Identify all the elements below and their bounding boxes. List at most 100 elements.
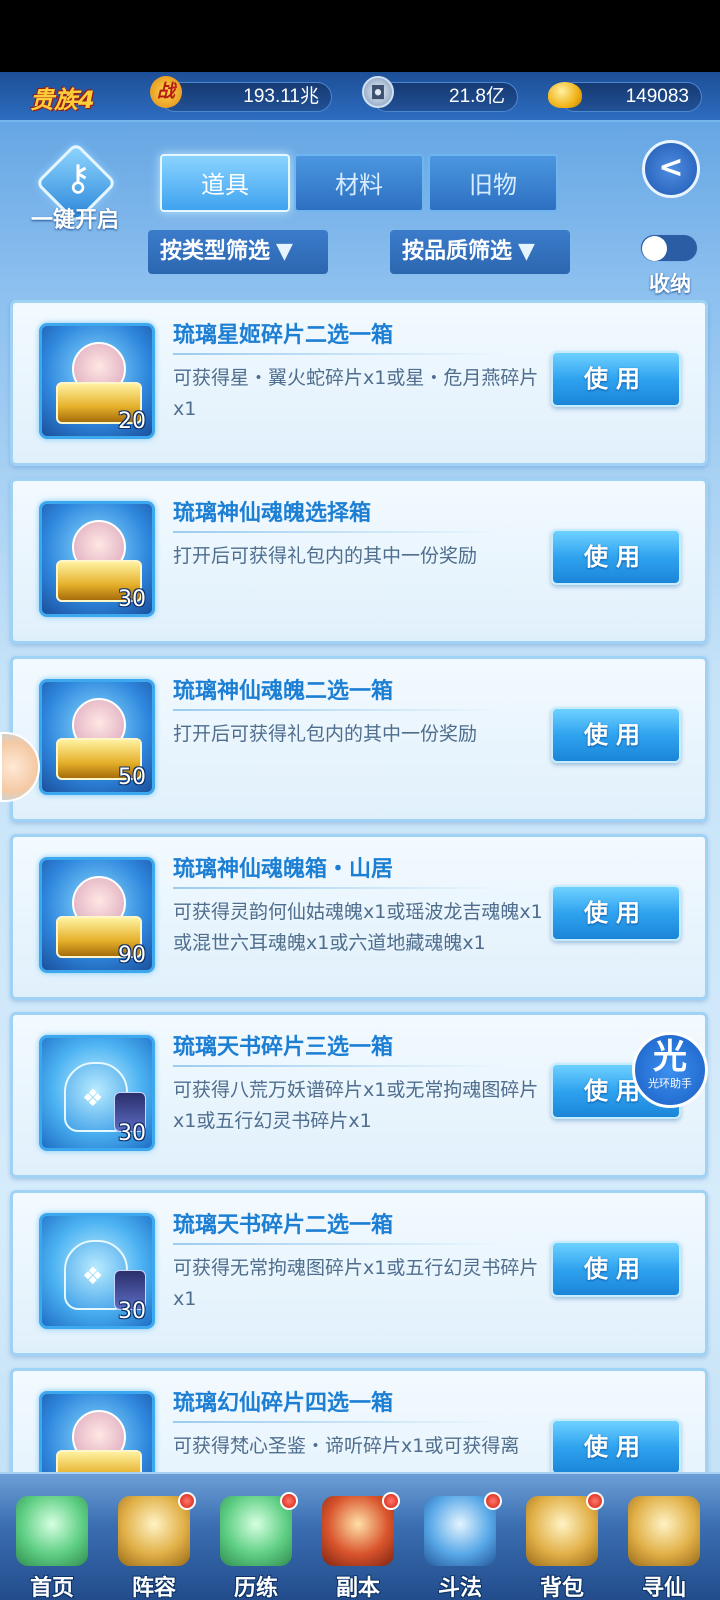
filter-by-type-button[interactable]: 按类型筛选 ▼	[148, 230, 328, 274]
notification-dot	[484, 1492, 502, 1510]
tab-materials[interactable]: 材料	[294, 154, 424, 212]
use-button[interactable]: 使用	[551, 885, 681, 941]
item-card: ❖ 30 琉璃天书碎片三选一箱 可获得八荒万妖谱碎片x1或无常拘魂图碎片x1或五…	[10, 1012, 708, 1178]
use-button[interactable]: 使用	[551, 351, 681, 407]
item-title: 琉璃神仙魂魄选择箱	[173, 501, 372, 526]
item-title: 琉璃天书碎片三选一箱	[173, 1035, 394, 1060]
item-quantity: 20	[118, 409, 146, 434]
battle-power-pill: 193.11兆	[160, 82, 332, 112]
item-description: 打开后可获得礼包内的其中一份奖励	[173, 545, 478, 567]
item-title: 琉璃神仙魂魄箱・山居	[173, 857, 394, 882]
item-description: 可获得八荒万妖谱碎片x1或无常拘魂图碎片x1或五行幻灵书碎片x1	[173, 1079, 539, 1132]
item-quantity: 50	[118, 765, 146, 790]
nav-home[interactable]: 首页	[0, 1476, 104, 1600]
bottom-nav: 首页 阵容 历练 副本 斗法 背包 寻仙	[0, 1472, 720, 1600]
tab-items[interactable]: 道具	[160, 154, 290, 212]
item-card: ❖ 30 琉璃天书碎片二选一箱 可获得无常拘魂图碎片x1或五行幻灵书碎片x1 使…	[10, 1190, 708, 1356]
nav-label: 副本	[335, 1576, 380, 1600]
coin-icon: ◘	[362, 76, 394, 108]
nav-label: 斗法	[437, 1576, 482, 1600]
item-card: 50 琉璃神仙魂魄二选一箱 打开后可获得礼包内的其中一份奖励 使用	[10, 656, 708, 822]
coins-value: 21.8亿	[449, 86, 505, 107]
nav-label: 背包	[539, 1576, 584, 1600]
item-description: 可获得梵心圣鉴・谛听碎片x1或可获得离	[173, 1435, 520, 1457]
item-title: 琉璃星姬碎片二选一箱	[173, 323, 394, 348]
status-bar	[0, 0, 720, 72]
item-description: 可获得星・翼火蛇碎片x1或星・危月燕碎片x1	[173, 367, 539, 420]
fold-toggle[interactable]	[640, 234, 698, 262]
item-list[interactable]: 20 琉璃星姬碎片二选一箱 可获得星・翼火蛇碎片x1或星・危月燕碎片x1 使用 …	[0, 300, 720, 1562]
divider	[173, 1421, 503, 1423]
gold-ingot-icon	[548, 82, 582, 108]
divider	[173, 353, 503, 355]
toggle-knob	[642, 236, 667, 261]
nav-backpack[interactable]: 背包	[510, 1476, 614, 1600]
one-key-open-label: 一键开启	[30, 208, 119, 233]
battle-power-value: 193.11兆	[243, 86, 319, 107]
chest-portrait-icon[interactable]: 20	[39, 323, 155, 439]
nav-label: 阵容	[131, 1576, 176, 1600]
halo-assistant-button[interactable]: 光 光环助手	[632, 1032, 708, 1108]
gold-value: 149083	[625, 86, 689, 107]
item-description: 可获得无常拘魂图碎片x1或五行幻灵书碎片x1	[173, 1257, 539, 1310]
bag-symbol: ❖	[82, 1084, 104, 1112]
nav-label: 寻仙	[641, 1576, 686, 1600]
use-button[interactable]: 使用	[551, 1419, 681, 1475]
use-button[interactable]: 使用	[551, 1241, 681, 1297]
item-description: 可获得灵韵何仙姑魂魄x1或瑶波龙吉魂魄x1或混世六耳魂魄x1或六道地藏魂魄x1	[173, 901, 543, 954]
item-title: 琉璃天书碎片二选一箱	[173, 1213, 394, 1238]
filter-quality-label: 按品质筛选	[402, 239, 513, 264]
resource-bar: 贵族4 193.11兆 战 21.8亿 ◘ 149083	[0, 72, 720, 122]
item-quantity: 30	[118, 1121, 146, 1146]
seek-immortal-icon	[628, 1496, 700, 1566]
divider	[173, 531, 503, 533]
bag-symbol: ❖	[82, 1262, 104, 1290]
nav-lineup[interactable]: 阵容	[102, 1476, 206, 1600]
funnel-icon: ▼	[518, 239, 535, 264]
battle-icon: 战	[150, 76, 182, 108]
chest-portrait-icon[interactable]: 50	[39, 679, 155, 795]
item-card: 30 琉璃神仙魂魄选择箱 打开后可获得礼包内的其中一份奖励 使用	[10, 478, 708, 644]
notification-dot	[280, 1492, 298, 1510]
vip-rank[interactable]: 贵族4	[30, 80, 95, 115]
nav-seek-immortal[interactable]: 寻仙	[612, 1476, 716, 1600]
divider	[173, 1243, 503, 1245]
nav-training[interactable]: 历练	[204, 1476, 308, 1600]
game-screen: 贵族4 193.11兆 战 21.8亿 ◘ 149083 ⚷ 一键开启 道具 材…	[0, 72, 720, 1600]
helper-label: 光环助手	[648, 1077, 692, 1090]
category-tabs: 道具 材料 旧物	[158, 154, 562, 214]
divider	[173, 887, 503, 889]
coins-pill: 21.8亿	[372, 82, 518, 112]
one-key-open-button[interactable]: ⚷ 一键开启	[18, 141, 128, 296]
item-description: 打开后可获得礼包内的其中一份奖励	[173, 723, 478, 745]
item-title: 琉璃神仙魂魄二选一箱	[173, 679, 394, 704]
nav-dungeon[interactable]: 副本	[306, 1476, 410, 1600]
fold-label: 收纳	[649, 272, 691, 296]
funnel-icon: ▼	[276, 239, 293, 264]
back-button[interactable]: <	[642, 140, 700, 198]
use-button[interactable]: 使用	[551, 529, 681, 585]
scroll-bag-icon[interactable]: ❖ 30	[39, 1035, 155, 1151]
notification-dot	[586, 1492, 604, 1510]
item-title: 琉璃幻仙碎片四选一箱	[173, 1391, 394, 1416]
divider	[173, 709, 503, 711]
scroll-bag-icon[interactable]: ❖ 30	[39, 1213, 155, 1329]
tab-relics[interactable]: 旧物	[428, 154, 558, 212]
use-button[interactable]: 使用	[551, 707, 681, 763]
item-card: 90 琉璃神仙魂魄箱・山居 可获得灵韵何仙姑魂魄x1或瑶波龙吉魂魄x1或混世六耳…	[10, 834, 708, 1000]
nav-label: 历练	[233, 1576, 278, 1600]
helper-glyph: 光	[653, 1037, 687, 1077]
nav-duel[interactable]: 斗法	[408, 1476, 512, 1600]
item-quantity: 30	[118, 1299, 146, 1324]
back-arrow-icon: <	[658, 150, 684, 185]
filter-by-quality-button[interactable]: 按品质筛选 ▼	[390, 230, 570, 274]
home-icon	[16, 1496, 88, 1566]
chest-portrait-icon[interactable]: 90	[39, 857, 155, 973]
notification-dot	[382, 1492, 400, 1510]
chest-portrait-icon[interactable]: 30	[39, 501, 155, 617]
filter-type-label: 按类型筛选	[160, 239, 271, 264]
divider	[173, 1065, 503, 1067]
item-quantity: 30	[118, 587, 146, 612]
item-card: 20 琉璃星姬碎片二选一箱 可获得星・翼火蛇碎片x1或星・危月燕碎片x1 使用	[10, 300, 708, 466]
notification-dot	[178, 1492, 196, 1510]
